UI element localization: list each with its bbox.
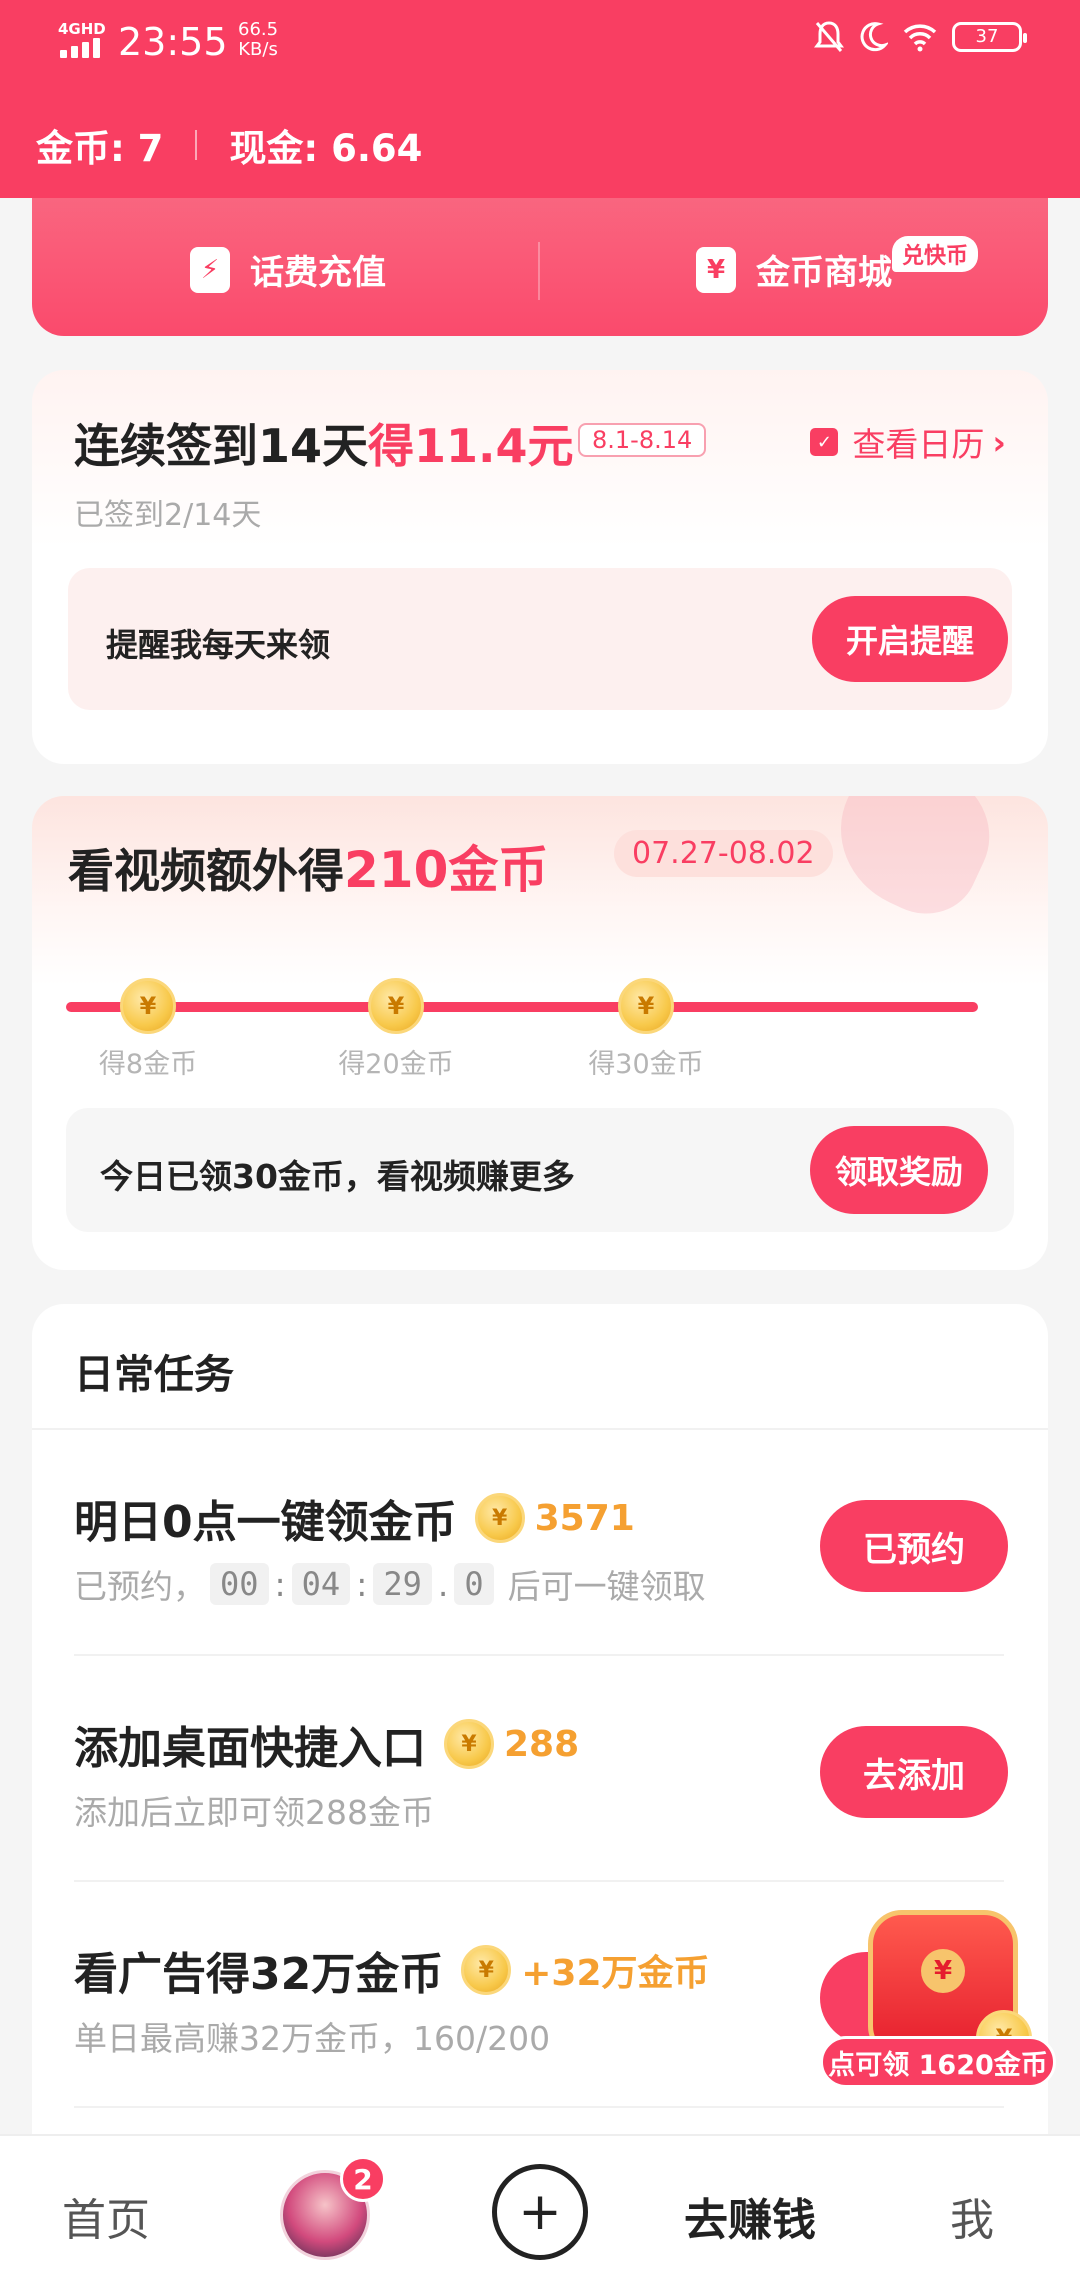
task-reward: 288 [504, 1723, 580, 1765]
decorative-blob [815, 796, 1011, 932]
coin-icon: ¥ [120, 978, 176, 1034]
signin-progress: 已签到2/14天 [74, 498, 262, 533]
signin-card: 连续签到14天得11.4元 8.1-8.14 ✓ 查看日历 › 已签到2/14天… [32, 370, 1048, 764]
countdown-sep: : [274, 1564, 286, 1604]
view-calendar-link[interactable]: ✓ 查看日历 › [810, 418, 1006, 466]
video-bonus-title: 看视频额外得210金币 [68, 830, 548, 902]
task-desc: 单日最高赚32万金币，160/200 [74, 2019, 551, 2058]
signal-icon [60, 36, 104, 58]
wallet-divider [195, 130, 198, 160]
video-bonus-title-prefix: 看视频额外得 [68, 844, 344, 898]
coin-icon: ¥ [368, 978, 424, 1034]
add-shortcut-button[interactable]: 去添加 [820, 1726, 1008, 1818]
top-header: 4GHD 23:55 66.5 KB/s 37 金币: 7 现金: 6.64 [0, 0, 1080, 198]
lightning-icon: ⚡ [190, 246, 230, 293]
daily-tasks-card: 日常任务 明日0点一键领金币 ¥ 3571 已预约， 00 : 04 : 29 … [32, 1304, 1048, 2244]
video-bonus-progress-track [66, 1002, 978, 1012]
video-bonus-card: 看视频额外得210金币 07.27-08.02 ¥ ¥ ¥ 得8金币 得20金币… [32, 796, 1048, 1270]
plus-icon[interactable]: + [492, 2164, 588, 2260]
claim-reward-button[interactable]: 领取奖励 [810, 1126, 988, 1214]
wifi-icon [902, 22, 938, 52]
battery-icon: 37 [952, 22, 1027, 52]
countdown-tenths: 0 [454, 1563, 494, 1605]
claim-row: 今日已领30金币，看视频赚更多 领取奖励 [66, 1108, 1014, 1232]
calendar-icon: ✓ [810, 428, 839, 456]
task-name: 添加桌面快捷入口 [74, 1723, 426, 1774]
net-speed-value: 66.5 [238, 19, 279, 40]
clock: 23:55 [118, 20, 228, 64]
moon-icon [858, 21, 888, 53]
coin-mall-badge: 兑快币 [892, 236, 979, 272]
countdown-sep: . [437, 1564, 449, 1604]
net-speed-unit: KB/s [238, 39, 278, 60]
coin-icon: ¥ [444, 1719, 494, 1769]
task-desc-suffix: 后可一键领取 [507, 1567, 706, 1606]
signin-title-prefix: 连续签到14天 [74, 419, 369, 473]
task-desc-prefix: 已预约， [74, 1567, 206, 1606]
task-name: 明日0点一键领金币 [74, 1497, 457, 1548]
cash-balance[interactable]: 现金: 6.64 [229, 118, 422, 172]
view-calendar-label: 查看日历 [852, 425, 985, 464]
reminder-text: 提醒我每天来领 [106, 626, 331, 664]
status-icons: 37 [814, 20, 1027, 54]
reminder-row: 提醒我每天来领 开启提醒 [68, 568, 1012, 710]
wallet-summary: 金币: 7 现金: 6.64 [36, 118, 422, 172]
coin-icon: ¥ [474, 1493, 525, 1543]
enable-reminder-button[interactable]: 开启提醒 [812, 596, 1008, 682]
task-title: 看广告得32万金币 ¥ +32万金币 [74, 1938, 710, 2002]
chevron-right-icon: › [992, 422, 1006, 462]
signin-date-tag: 8.1-8.14 [578, 423, 707, 457]
task-name: 看广告得32万金币 [74, 1949, 444, 2000]
countdown-minutes: 04 [291, 1563, 351, 1605]
task-reward: +32万金币 [521, 1953, 710, 1994]
divider [74, 2106, 1004, 2108]
phone-recharge-label: 话费充值 [250, 253, 386, 293]
task-item: 明日0点一键领金币 ¥ 3571 已预约， 00 : 04 : 29 . 0 后… [32, 1430, 1048, 1656]
countdown-seconds: 29 [373, 1563, 432, 1605]
nav-home[interactable]: 首页 [62, 2184, 150, 2248]
claim-text: 今日已领30金币，看视频赚更多 [100, 1157, 575, 1196]
bottom-nav: 首页 2 + 去赚钱 我 [0, 2134, 1080, 2280]
net-speed: 66.5 KB/s [238, 20, 278, 60]
quick-entry-divider [538, 242, 540, 300]
video-bonus-title-highlight: 210金币 [344, 841, 549, 899]
coin-mall-entry[interactable]: ¥ 金币商城 [696, 245, 892, 294]
coin-icon: ¥ [461, 1945, 512, 1995]
milestone-label-2: 得20金币 [338, 1049, 454, 1080]
nav-me[interactable]: 我 [950, 2184, 994, 2248]
phone-recharge-entry[interactable]: ⚡ 话费充值 [190, 245, 386, 294]
nav-earn[interactable]: 去赚钱 [684, 2184, 816, 2248]
milestone-label-1: 得8金币 [98, 1049, 198, 1080]
coin-mall-label: 金币商城 [756, 253, 892, 293]
status-bar: 4GHD 23:55 66.5 KB/s 37 [0, 0, 1080, 90]
video-bonus-date-tag: 07.27-08.02 [614, 830, 833, 877]
coin-balance[interactable]: 金币: 7 [36, 118, 163, 172]
milestone-label-3: 得30金币 [588, 1049, 704, 1080]
task-title: 明日0点一键领金币 ¥ 3571 [74, 1486, 635, 1550]
task-desc: 已预约， 00 : 04 : 29 . 0 后可一键领取 [74, 1560, 706, 1608]
countdown-sep: : [356, 1564, 368, 1604]
signin-title: 连续签到14天得11.4元 [74, 410, 574, 476]
task-item: 添加桌面快捷入口 ¥ 288 添加后立即可领288金币 去添加 [32, 1656, 1048, 1882]
red-packet-label[interactable]: 点可领 1620金币 [820, 2036, 1056, 2088]
coin-icon: ¥ [618, 978, 674, 1034]
reserved-button[interactable]: 已预约 [820, 1500, 1008, 1592]
yen-ticket-icon: ¥ [696, 246, 736, 293]
countdown-hours: 00 [210, 1563, 269, 1605]
task-desc: 添加后立即可领288金币 [74, 1793, 434, 1832]
task-title: 添加桌面快捷入口 ¥ 288 [74, 1712, 579, 1776]
task-reward: 3571 [534, 1497, 635, 1539]
avatar-badge: 2 [340, 2156, 386, 2202]
mute-bell-icon [814, 20, 844, 54]
daily-tasks-heading: 日常任务 [74, 1352, 234, 1398]
signin-title-highlight: 得11.4元 [368, 419, 574, 473]
